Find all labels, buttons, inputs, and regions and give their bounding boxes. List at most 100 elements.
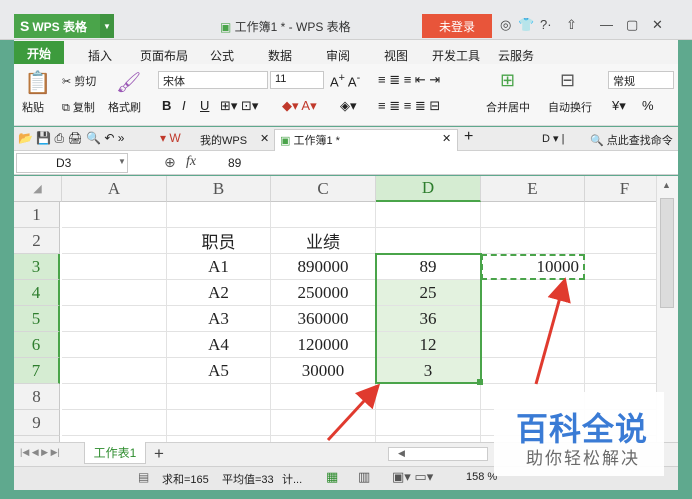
- column-header-e[interactable]: E: [481, 176, 585, 202]
- grid-cell-e4[interactable]: [481, 280, 585, 306]
- normal-view-icon[interactable]: ▦: [326, 469, 338, 485]
- layout-icon[interactable]: ▣▾ ▭▾: [392, 469, 433, 485]
- currency-icon[interactable]: ¥▾: [612, 98, 626, 114]
- cell-b3[interactable]: A1: [167, 254, 271, 280]
- minimize-icon[interactable]: —: [600, 17, 613, 32]
- wrap-icon[interactable]: ⊟: [560, 70, 575, 91]
- row-header-7[interactable]: 7: [14, 358, 60, 384]
- grid-cell-f2[interactable]: [585, 228, 656, 254]
- name-box[interactable]: [16, 153, 128, 173]
- close-icon[interactable]: ✕: [652, 17, 663, 33]
- grid-cell-a8[interactable]: [62, 384, 167, 410]
- cell-c3[interactable]: 890000: [271, 254, 376, 280]
- copy-button[interactable]: ⧉ 复制: [62, 99, 95, 115]
- column-header-a[interactable]: A: [62, 176, 167, 202]
- shirt-icon[interactable]: 👕: [518, 17, 534, 33]
- command-search[interactable]: 🔍 点此查找命令: [590, 132, 673, 148]
- grid-cell-a1[interactable]: [62, 202, 167, 228]
- grid-cell-a9[interactable]: [62, 410, 167, 436]
- grid-cell-c9[interactable]: [271, 410, 376, 436]
- zoom-formula-icon[interactable]: ⊕: [164, 154, 176, 171]
- formula-input[interactable]: 89: [228, 156, 241, 170]
- grid-cell-d8[interactable]: [376, 384, 481, 410]
- row-header-8[interactable]: 8: [14, 384, 60, 410]
- format-painter-button[interactable]: 格式刷: [108, 99, 141, 115]
- percent-button[interactable]: %: [642, 98, 654, 113]
- skin-icon[interactable]: ◎: [500, 17, 511, 33]
- grid-cell-a3[interactable]: [62, 254, 167, 280]
- grid-cell-b8[interactable]: [167, 384, 271, 410]
- grid-cell-f7[interactable]: [585, 358, 656, 384]
- scroll-up-icon[interactable]: ▲: [662, 180, 671, 190]
- grid-cell-f6[interactable]: [585, 332, 656, 358]
- tab-review[interactable]: 审阅: [326, 47, 350, 64]
- new-tab-icon[interactable]: +: [464, 128, 473, 146]
- cell-c7[interactable]: 30000: [271, 358, 376, 384]
- tab-mywps[interactable]: 我的WPS: [200, 132, 247, 148]
- cell-e3[interactable]: 10000: [481, 254, 585, 280]
- font-select[interactable]: 宋体: [158, 71, 268, 89]
- tab-data[interactable]: 数据: [268, 47, 292, 64]
- sheet-tab-1[interactable]: 工作表1: [84, 442, 146, 464]
- upload-icon[interactable]: ⇧: [566, 17, 577, 33]
- select-all-corner[interactable]: ◢: [14, 176, 62, 202]
- row-header-4[interactable]: 4: [14, 280, 60, 306]
- cell-c5[interactable]: 360000: [271, 306, 376, 332]
- tab-home[interactable]: 开始: [14, 41, 64, 65]
- brush-icon[interactable]: 🖌: [116, 70, 141, 95]
- cut-button[interactable]: ✂ 剪切: [62, 73, 96, 89]
- grid-cell-d9[interactable]: [376, 410, 481, 436]
- grid-cell-f3[interactable]: [585, 254, 656, 280]
- column-header-d[interactable]: D: [376, 176, 481, 202]
- grid-cell-a6[interactable]: [62, 332, 167, 358]
- clear-icon[interactable]: ◈▾: [340, 98, 357, 114]
- toolbar-extra-icons[interactable]: D ▾ |: [542, 132, 564, 145]
- grid-cell-d2[interactable]: [376, 228, 481, 254]
- italic-button[interactable]: I: [182, 98, 186, 113]
- quick-access-icons[interactable]: 📂 💾 ⎙ 🖨 🔍 ↶ »: [18, 131, 124, 146]
- grid-cell-c8[interactable]: [271, 384, 376, 410]
- grid-cell-f4[interactable]: [585, 280, 656, 306]
- cell-b4[interactable]: A2: [167, 280, 271, 306]
- row-header-5[interactable]: 5: [14, 306, 60, 332]
- login-button[interactable]: 未登录: [422, 14, 492, 38]
- row-header-6[interactable]: 6: [14, 332, 60, 358]
- bold-button[interactable]: B: [162, 98, 171, 113]
- row-header-1[interactable]: 1: [14, 202, 60, 228]
- wps-home-icon[interactable]: ▾ W: [160, 131, 181, 145]
- underline-button[interactable]: U: [200, 98, 209, 113]
- tab-view[interactable]: 视图: [384, 47, 408, 64]
- grid-cell-e7[interactable]: [481, 358, 585, 384]
- column-header-f[interactable]: F: [585, 176, 656, 202]
- column-header-b[interactable]: B: [167, 176, 271, 202]
- grid-cell-e1[interactable]: [481, 202, 585, 228]
- grid-cell-e6[interactable]: [481, 332, 585, 358]
- row-header-2[interactable]: 2: [14, 228, 60, 254]
- font-size-select[interactable]: 11: [270, 71, 324, 89]
- scroll-left-icon[interactable]: ◀: [398, 448, 405, 459]
- merge-icon[interactable]: ⊞: [500, 70, 515, 91]
- tab-page-layout[interactable]: 页面布局: [140, 47, 188, 64]
- merge-center-button[interactable]: 合并居中: [486, 99, 530, 115]
- number-format-select[interactable]: 常规: [608, 71, 674, 89]
- align-left-icon[interactable]: ≡ ≣ ≡ ≣ ⊟: [378, 98, 440, 114]
- close-workbook-tab-icon[interactable]: ✕: [442, 132, 451, 145]
- cell-b7[interactable]: A5: [167, 358, 271, 384]
- scrollbar-thumb[interactable]: [660, 198, 674, 308]
- fill-handle[interactable]: [477, 379, 483, 385]
- wps-app-menu-button[interactable]: S WPS 表格 ▼: [14, 14, 114, 38]
- column-header-c[interactable]: C: [271, 176, 376, 202]
- paste-button[interactable]: 粘贴: [22, 99, 44, 115]
- cell-c2[interactable]: 业绩: [271, 228, 376, 254]
- paste-icon[interactable]: 📋: [24, 70, 51, 96]
- align-top-icon[interactable]: ≡ ≣ ≡ ⇤ ⇥: [378, 72, 440, 88]
- cell-b6[interactable]: A4: [167, 332, 271, 358]
- add-sheet-button[interactable]: +: [154, 444, 164, 464]
- tab-formula[interactable]: 公式: [210, 47, 234, 64]
- grid-cell-f1[interactable]: [585, 202, 656, 228]
- tab-cloud[interactable]: 云服务: [498, 47, 534, 64]
- grid-cell-e2[interactable]: [481, 228, 585, 254]
- maximize-icon[interactable]: ▢: [626, 17, 638, 33]
- border-icon[interactable]: ⊞▾ ⊡▾: [220, 98, 258, 114]
- cell-b5[interactable]: A3: [167, 306, 271, 332]
